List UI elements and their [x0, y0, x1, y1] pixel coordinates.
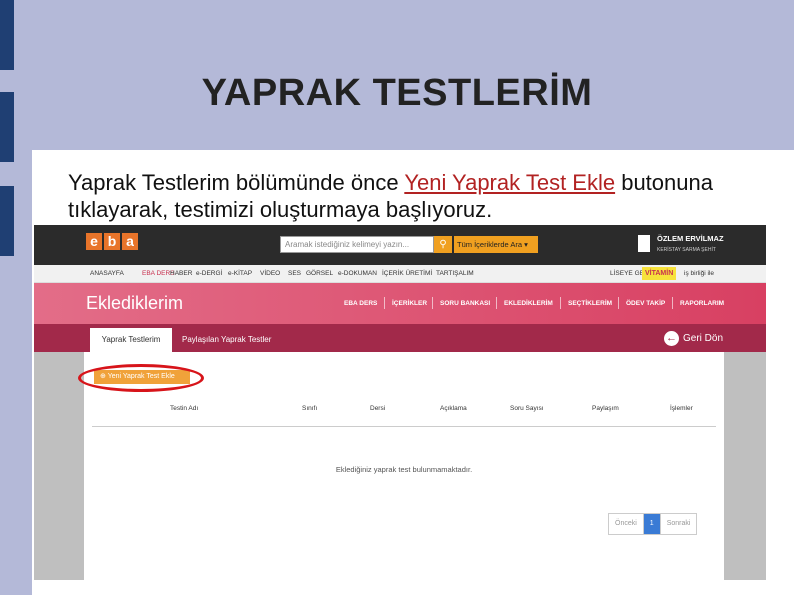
back-button-label: Geri Dön: [683, 332, 724, 344]
slide-accent-bar: [0, 186, 14, 256]
nav-item-e-kitap[interactable]: e-KİTAP: [228, 270, 252, 277]
pagination-prev[interactable]: Önceki: [609, 514, 643, 534]
section-nav-eklediklerim[interactable]: EKLEDİKLERİM: [504, 300, 553, 307]
nav-divider: [384, 297, 385, 309]
pagination: Önceki 1 Sonraki: [608, 513, 698, 535]
column-header-sharing: Paylaşım: [592, 405, 619, 412]
nav-item-ses[interactable]: SES: [288, 270, 301, 277]
nav-divider: [432, 297, 433, 309]
slide-title: YAPRAK TESTLERİM: [201, 72, 593, 114]
back-button[interactable]: ← Geri Dön: [664, 328, 723, 348]
section-nav-eba-ders[interactable]: EBA DERS: [344, 300, 377, 307]
slide-accent-bar: [0, 0, 14, 70]
nav-item-e-dokuman[interactable]: e-DOKUMAN: [338, 270, 377, 277]
nav-item-video[interactable]: VİDEO: [260, 270, 280, 277]
logo-letter: e: [86, 233, 102, 250]
main-nav: ANASAYFA EBA DERS HABER e-DERGİ e-KİTAP …: [34, 265, 766, 283]
section-nav-raporlarim[interactable]: RAPORLARIM: [680, 300, 724, 307]
tab-paylasilan-yaprak-testler[interactable]: Paylaşılan Yaprak Testler: [182, 328, 271, 352]
logo-letter: b: [104, 233, 120, 250]
user-school: KERİSTAY SARMA ŞEHİT: [657, 247, 716, 253]
search-scope-select[interactable]: Tüm İçeriklerde Ara ▾: [454, 236, 538, 253]
chevron-down-icon: ▾: [524, 240, 528, 249]
nav-item-gorsel[interactable]: GÖRSEL: [306, 270, 333, 277]
pagination-page[interactable]: 1: [642, 514, 661, 534]
eba-logo[interactable]: e b a: [86, 233, 138, 250]
nav-item-anasayfa[interactable]: ANASAYFA: [90, 270, 124, 277]
nav-item-tartisalim[interactable]: TARTIŞALIM: [436, 270, 474, 277]
tab-bar: Yaprak Testlerim Paylaşılan Yaprak Testl…: [34, 324, 766, 352]
back-arrow-icon: ←: [664, 330, 679, 346]
nav-item-icerik-uretimi[interactable]: İÇERİK ÜRETİMİ: [382, 270, 432, 277]
column-header-subject: Dersi: [370, 405, 386, 412]
section-header: Eklediklerim EBA DERS İÇERİKLER SORU BAN…: [34, 283, 766, 324]
highlight-circle: [78, 364, 204, 392]
section-nav-soru-bankasi[interactable]: SORU BANKASI: [440, 300, 490, 307]
avatar[interactable]: [638, 235, 650, 252]
nav-partner-text: iş birliği ile: [684, 270, 714, 277]
intro-link[interactable]: Yeni Yaprak Test Ekle: [404, 170, 615, 195]
user-name[interactable]: ÖZLEM ERVİLMAZ: [657, 234, 724, 243]
nav-divider: [672, 297, 673, 309]
search-icon[interactable]: ⚲: [434, 236, 452, 253]
eba-screenshot: e b a Aramak istediğiniz kelimeyi yazın.…: [34, 225, 766, 580]
page-title: Eklediklerim: [86, 293, 184, 313]
search-input[interactable]: Aramak istediğiniz kelimeyi yazın...: [280, 236, 434, 253]
intro-text-start: Yaprak Testlerim bölümünde önce: [68, 170, 405, 195]
nav-divider: [560, 297, 561, 309]
intro-text: Yaprak Testlerim bölümünde önce Yeni Yap…: [68, 169, 758, 223]
tests-panel: ⊕ Yeni Yaprak Test Ekle Testin Adı Sınıf…: [78, 352, 724, 580]
section-nav-sectiklerim[interactable]: SEÇTİKLERİM: [568, 300, 612, 307]
column-header-name: Testin Adı: [170, 405, 199, 412]
table-divider: [92, 426, 716, 427]
column-header-question-count: Soru Sayısı: [510, 405, 544, 412]
pagination-next[interactable]: Sonraki: [661, 514, 697, 534]
logo-letter: a: [122, 233, 138, 250]
tab-yaprak-testlerim[interactable]: Yaprak Testlerim: [90, 328, 172, 352]
section-nav-icerikler[interactable]: İÇERİKLER: [392, 300, 427, 307]
nav-divider: [496, 297, 497, 309]
nav-item-e-dergi[interactable]: e-DERGİ: [196, 270, 222, 277]
nav-divider: [618, 297, 619, 309]
column-header-grade: Sınıfı: [302, 405, 318, 412]
search-scope-label: Tüm İçeriklerde Ara: [457, 240, 523, 249]
top-bar: e b a Aramak istediğiniz kelimeyi yazın.…: [34, 225, 766, 265]
nav-item-haber[interactable]: HABER: [170, 270, 192, 277]
vitamin-logo[interactable]: VİTAMİN: [642, 267, 677, 280]
section-nav-odev-takip[interactable]: ÖDEV TAKİP: [626, 300, 665, 307]
column-header-actions: İşlemler: [670, 405, 693, 412]
empty-table-message: Eklediğiniz yaprak test bulunmamaktadır.: [335, 465, 473, 474]
column-header-description: Açıklama: [440, 405, 467, 412]
